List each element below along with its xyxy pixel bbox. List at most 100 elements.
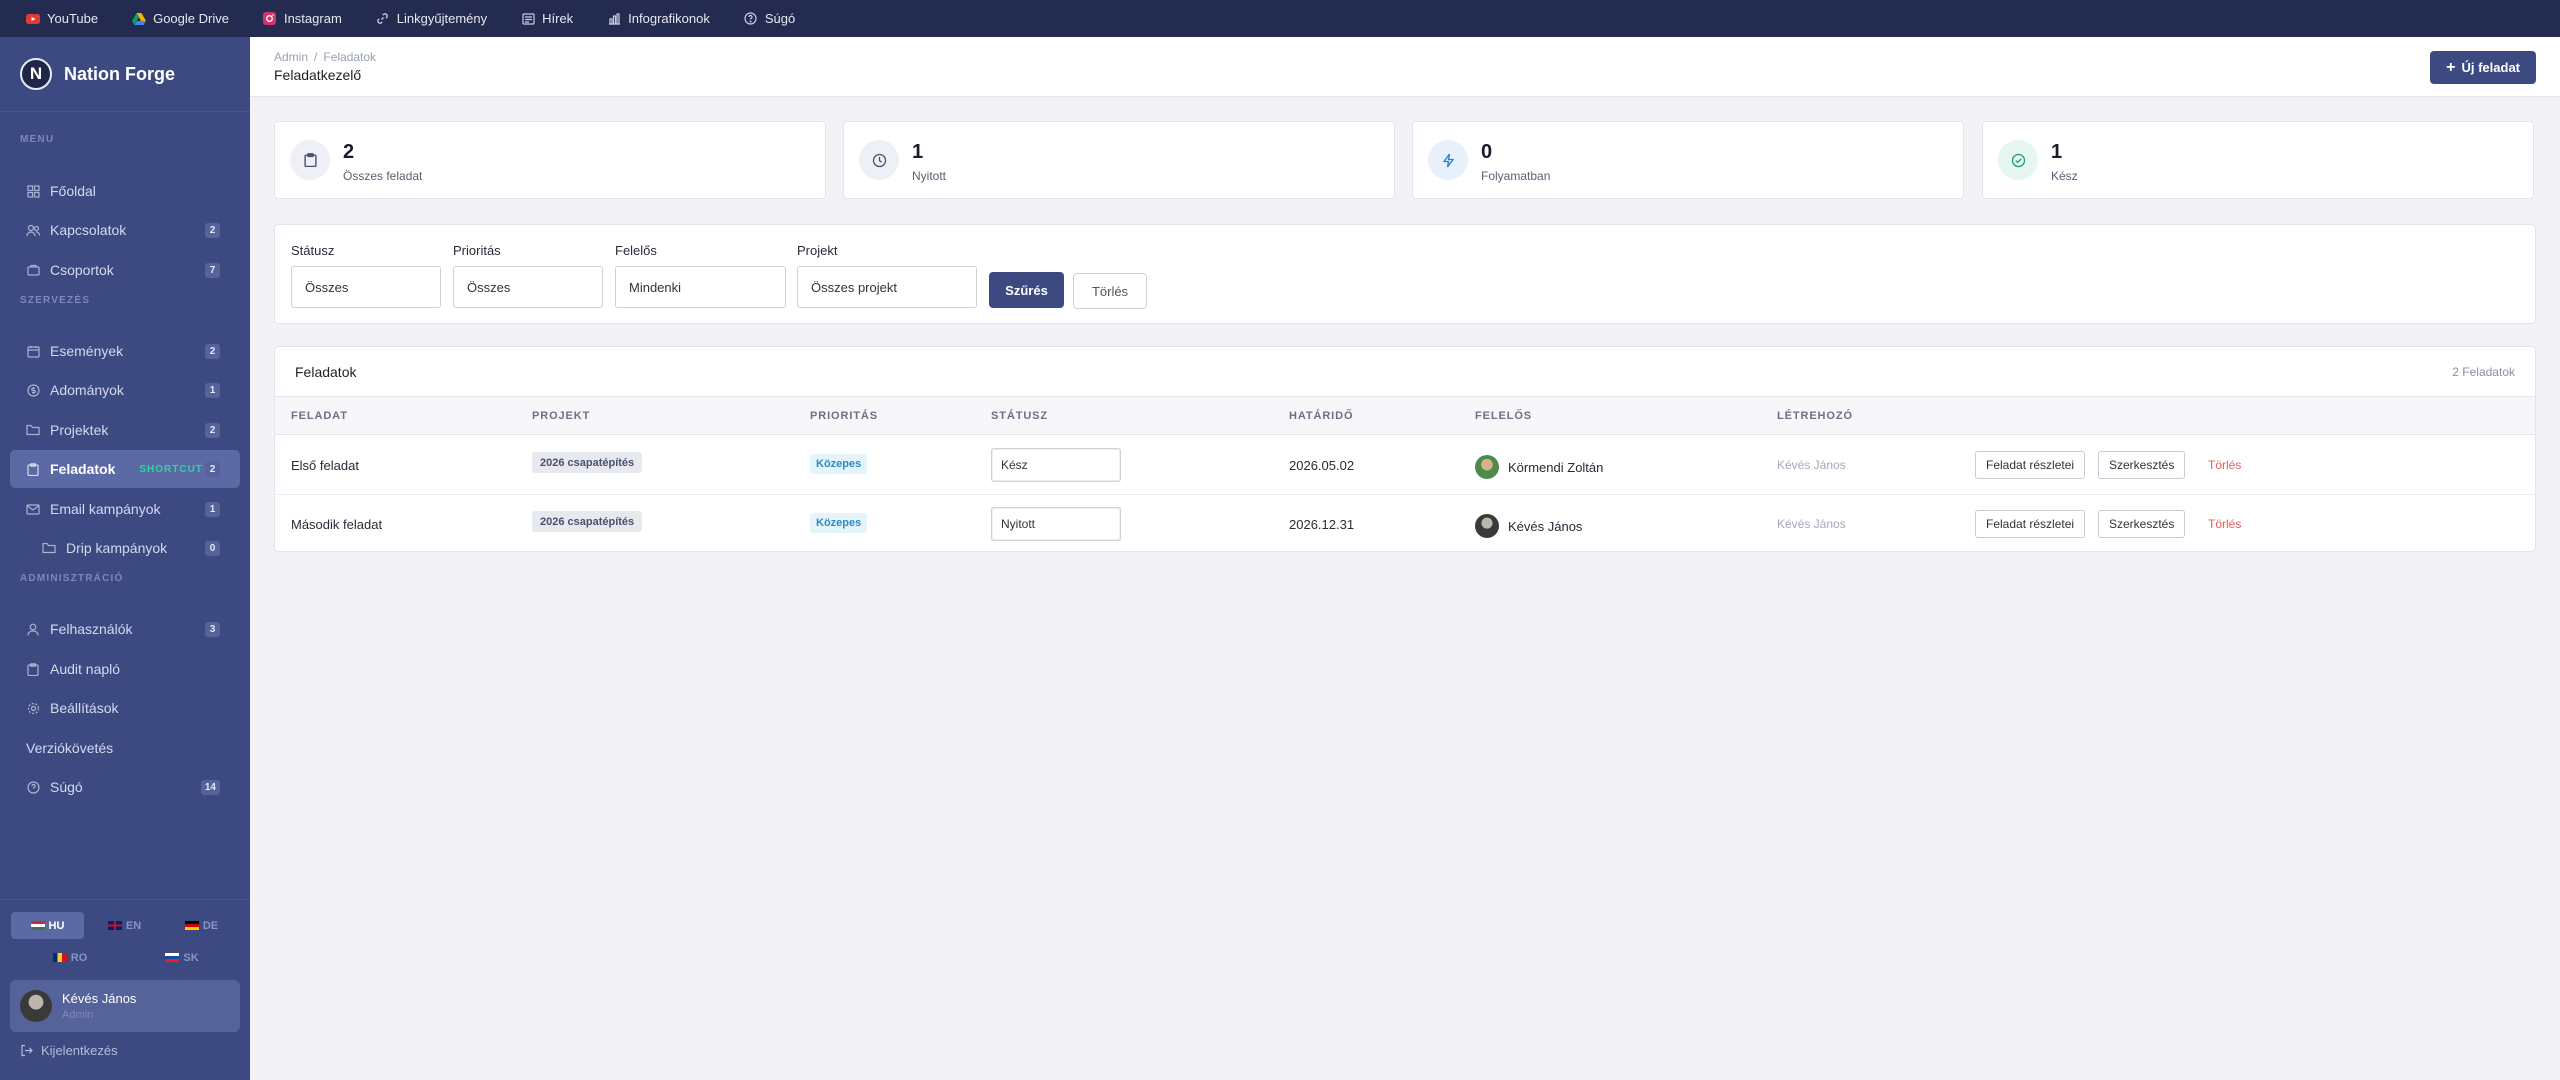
sidebar-item-settings[interactable]: Beállítások bbox=[10, 689, 240, 727]
table-row: Első feladat 2026 csapatépítés Közepes K… bbox=[275, 436, 2535, 495]
priority-select[interactable]: Összes bbox=[453, 266, 603, 308]
sidebar-item-label: Felhasználók bbox=[50, 621, 133, 637]
count-badge: 14 bbox=[200, 780, 220, 795]
sidebar-item-tasks[interactable]: Feladatok SHORTCUT 2 bbox=[10, 450, 240, 488]
plus-icon: + bbox=[2446, 58, 2456, 76]
sidebar-item-help[interactable]: Súgó 14 bbox=[10, 768, 240, 806]
sidebar-item-contacts[interactable]: Kapcsolatok 2 bbox=[10, 211, 240, 249]
section-label-organization: SZERVEZÉS bbox=[20, 295, 91, 306]
sidebar-item-donations[interactable]: Adományok 1 bbox=[10, 371, 240, 409]
sidebar-item-label: Kapcsolatok bbox=[50, 222, 127, 238]
google-drive-icon bbox=[132, 12, 147, 26]
clear-filter-button[interactable]: Törlés bbox=[1073, 273, 1147, 309]
clipboard-icon bbox=[290, 140, 330, 180]
priority-badge: Közepes bbox=[810, 513, 868, 533]
stat-card-in-progress: 0 Folyamatban bbox=[1412, 121, 1964, 199]
sidebar-item-audit-log[interactable]: Audit napló bbox=[10, 650, 240, 688]
tasks-table-card: Feladatok 2 Feladatok FELADAT PROJEKT PR… bbox=[274, 346, 2536, 552]
column-header-owner[interactable]: FELELŐS bbox=[1475, 410, 1532, 422]
count-badge: 0 bbox=[205, 541, 220, 556]
user-card[interactable]: Kévés János Admin bbox=[10, 980, 240, 1032]
clipboard-icon bbox=[26, 462, 40, 476]
status-select[interactable]: Kész bbox=[991, 448, 1121, 482]
breadcrumb: Admin / Feladatok bbox=[274, 50, 376, 64]
breadcrumb-admin[interactable]: Admin bbox=[274, 50, 308, 64]
sidebar-item-label: Csoportok bbox=[50, 262, 114, 278]
stat-label: Folyamatban bbox=[1481, 169, 1551, 183]
language-label: SK bbox=[183, 951, 199, 964]
sidebar-item-label: Beállítások bbox=[50, 700, 119, 716]
count-badge: 1 bbox=[205, 383, 220, 398]
logout-label: Kijelentkezés bbox=[41, 1043, 118, 1058]
logout-link[interactable]: Kijelentkezés bbox=[20, 1043, 118, 1058]
delete-button[interactable]: Törlés bbox=[2208, 458, 2241, 472]
language-sk[interactable]: SK bbox=[152, 944, 212, 971]
task-details-button[interactable]: Feladat részletei bbox=[1975, 510, 2086, 538]
bookmark-help[interactable]: Súgó bbox=[744, 11, 795, 26]
filter-button[interactable]: Szűrés bbox=[989, 272, 1064, 308]
project-select[interactable]: Összes projekt bbox=[797, 266, 977, 308]
brand-logo: N bbox=[20, 58, 52, 90]
status-select[interactable]: Összes bbox=[291, 266, 441, 308]
stat-card-total: 2 Összes feladat bbox=[274, 121, 826, 199]
owner-select[interactable]: Mindenki bbox=[615, 266, 786, 308]
folder-icon bbox=[42, 541, 56, 555]
sidebar-item-drip-campaigns[interactable]: Drip kampányok 0 bbox=[26, 529, 240, 567]
bookmark-news[interactable]: Hírek bbox=[521, 11, 573, 26]
language-en[interactable]: EN bbox=[88, 912, 161, 939]
stat-label: Összes feladat bbox=[343, 169, 423, 183]
bookmark-label: Hírek bbox=[542, 11, 574, 26]
language-hu[interactable]: HU bbox=[11, 912, 84, 939]
page-header: Admin / Feladatok Feladatkezelő + Új fel… bbox=[250, 37, 2560, 97]
column-header-priority[interactable]: PRIORITÁS bbox=[810, 410, 878, 422]
clock-icon bbox=[859, 140, 899, 180]
sidebar-item-home[interactable]: Főoldal bbox=[10, 172, 240, 210]
filter-owner: Felelős Mindenki bbox=[615, 243, 786, 308]
column-header-project[interactable]: PROJEKT bbox=[532, 410, 590, 422]
sidebar-item-email-campaigns[interactable]: Email kampányok 1 bbox=[10, 490, 240, 528]
bookmark-label: Instagram bbox=[283, 11, 342, 26]
coin-icon bbox=[26, 383, 40, 397]
task-name[interactable]: Második feladat bbox=[291, 517, 382, 532]
status-select[interactable]: Nyitott bbox=[991, 507, 1121, 541]
stat-value: 2 bbox=[343, 141, 355, 163]
column-header-task[interactable]: FELADAT bbox=[291, 410, 348, 422]
stat-card-done: 1 Kész bbox=[1982, 121, 2534, 199]
sidebar-item-label: Audit napló bbox=[50, 661, 121, 677]
count-badge: 7 bbox=[205, 263, 220, 278]
sidebar-item-events[interactable]: Események 2 bbox=[10, 332, 240, 370]
sidebar-item-projects[interactable]: Projektek 2 bbox=[10, 411, 240, 449]
count-badge: 2 bbox=[205, 423, 220, 438]
breadcrumb-separator: / bbox=[314, 50, 318, 64]
stat-label: Kész bbox=[2051, 169, 2078, 183]
delete-button[interactable]: Törlés bbox=[2208, 517, 2241, 531]
bookmark-google-drive[interactable]: Google Drive bbox=[132, 11, 229, 26]
dashboard-icon bbox=[26, 184, 40, 198]
column-header-deadline[interactable]: HATÁRIDŐ bbox=[1289, 410, 1353, 422]
sidebar-item-groups[interactable]: Csoportok 7 bbox=[10, 251, 240, 289]
task-name[interactable]: Első feladat bbox=[291, 458, 359, 473]
bookmark-instagram[interactable]: Instagram bbox=[263, 11, 342, 26]
bookmark-infographics[interactable]: Infografikonok bbox=[607, 11, 710, 26]
task-details-button[interactable]: Feladat részletei bbox=[1975, 451, 2086, 479]
owner-name: Kévés János bbox=[1508, 518, 1583, 534]
priority-badge: Közepes bbox=[810, 454, 868, 474]
sidebar-item-version-control[interactable]: Verziókövetés bbox=[10, 729, 240, 767]
column-header-status[interactable]: STÁTUSZ bbox=[991, 410, 1048, 422]
brand[interactable]: N Nation Forge bbox=[0, 37, 250, 112]
bookmark-links[interactable]: Linkgyűjtemény bbox=[376, 11, 487, 26]
sidebar-item-users[interactable]: Felhasználók 3 bbox=[10, 610, 240, 648]
edit-button[interactable]: Szerkesztés bbox=[2098, 451, 2186, 479]
table-row: Második feladat 2026 csapatépítés Közepe… bbox=[275, 495, 2535, 554]
lightning-icon bbox=[1428, 140, 1468, 180]
bookmark-youtube[interactable]: YouTube bbox=[26, 11, 98, 26]
column-header-creator[interactable]: LÉTREHOZÓ bbox=[1777, 410, 1853, 422]
check-circle-icon bbox=[1998, 140, 2038, 180]
new-task-button[interactable]: + Új feladat bbox=[2430, 51, 2536, 84]
language-label: RO bbox=[70, 951, 88, 964]
language-ro[interactable]: RO bbox=[40, 944, 100, 971]
language-de[interactable]: DE bbox=[165, 912, 238, 939]
edit-button[interactable]: Szerkesztés bbox=[2098, 510, 2186, 538]
avatar bbox=[1475, 455, 1499, 479]
breadcrumb-tasks: Feladatok bbox=[323, 50, 377, 64]
